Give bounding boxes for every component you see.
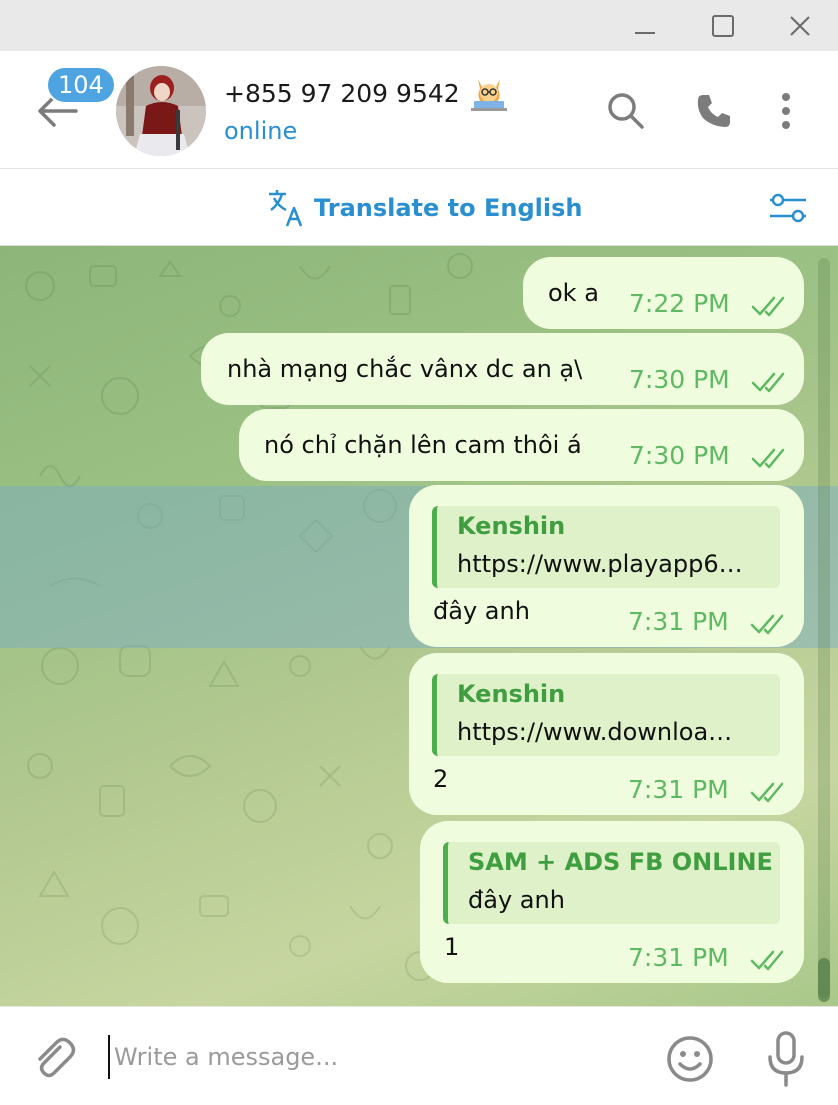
- minimize-icon: [635, 31, 655, 34]
- translate-settings-button[interactable]: [764, 186, 812, 230]
- microphone-icon: [768, 1031, 804, 1087]
- chat-area[interactable]: ok a 7:22 PM nhà mạng chắc vânx dc an ạ\…: [0, 246, 838, 1006]
- double-check-icon: [751, 448, 785, 469]
- window-titlebar: [0, 0, 838, 51]
- chat-header: 104 +855 97 209 9542 online: [0, 51, 838, 169]
- search-icon: [608, 93, 644, 129]
- sliders-icon: [770, 193, 806, 223]
- message-text: đây anh: [433, 597, 530, 625]
- smiley-icon: [667, 1036, 713, 1082]
- message-bubble[interactable]: ok a 7:22 PM: [523, 257, 804, 329]
- message-time: 7:31 PM: [628, 775, 729, 804]
- message-time: 7:31 PM: [628, 943, 729, 972]
- message-time: 7:22 PM: [629, 289, 730, 318]
- emoji-button[interactable]: [664, 1033, 716, 1085]
- paperclip-icon: [38, 1037, 76, 1078]
- reply-text: https://www.downloa…: [457, 718, 733, 746]
- contact-avatar[interactable]: [116, 66, 206, 156]
- message-text: ok a: [548, 279, 599, 307]
- cat-at-laptop-icon: [470, 79, 507, 111]
- more-vertical-icon: [782, 93, 790, 129]
- message-bubble[interactable]: nó chỉ chặn lên cam thôi á 7:30 PM: [239, 409, 804, 481]
- reply-message-bubble[interactable]: Kenshin https://www.playapp6… đây anh 7:…: [409, 485, 804, 647]
- double-check-icon: [751, 372, 785, 393]
- voice-record-button[interactable]: [762, 1029, 810, 1089]
- double-check-icon: [750, 950, 784, 971]
- reply-author: Kenshin: [457, 680, 566, 708]
- message-text: nhà mạng chắc vânx dc an ạ\: [227, 355, 583, 383]
- reply-author: Kenshin: [457, 512, 566, 540]
- reply-quote[interactable]: Kenshin https://www.playapp6…: [432, 506, 780, 588]
- maximize-icon: [712, 14, 734, 37]
- avatar-image: [116, 66, 206, 156]
- chat-scrollbar-thumb[interactable]: [818, 958, 830, 1002]
- message-composer: [0, 1006, 838, 1105]
- reply-text: đây anh: [468, 886, 565, 914]
- reply-quote[interactable]: Kenshin https://www.downloa…: [432, 674, 780, 756]
- double-check-icon: [750, 614, 784, 635]
- translate-label: Translate to English: [314, 194, 583, 222]
- attach-button[interactable]: [28, 1033, 78, 1083]
- message-text: 1: [444, 933, 460, 961]
- contact-status: online: [224, 117, 298, 145]
- phone-icon: [697, 95, 730, 127]
- chat-scrollbar-track[interactable]: [818, 258, 830, 998]
- maximize-button[interactable]: [688, 0, 758, 51]
- double-check-icon: [751, 296, 785, 317]
- reply-quote[interactable]: SAM + ADS FB ONLINE đây anh: [443, 842, 780, 924]
- message-time: 7:30 PM: [629, 365, 730, 394]
- reply-author: SAM + ADS FB ONLINE: [468, 848, 773, 876]
- search-button[interactable]: [604, 89, 648, 133]
- translate-icon: [269, 190, 303, 227]
- message-time: 7:31 PM: [628, 607, 729, 636]
- minimize-button[interactable]: [610, 0, 680, 51]
- message-time: 7:30 PM: [629, 441, 730, 470]
- message-text: 2: [433, 765, 449, 793]
- unread-count-badge: 104: [46, 66, 116, 104]
- call-button[interactable]: [692, 89, 736, 133]
- message-input[interactable]: [108, 1035, 628, 1079]
- reply-message-bubble[interactable]: SAM + ADS FB ONLINE đây anh 1 7:31 PM: [420, 821, 804, 983]
- message-text: nó chỉ chặn lên cam thôi á: [264, 431, 582, 459]
- contact-name[interactable]: +855 97 209 9542: [224, 73, 510, 113]
- message-bubble[interactable]: nhà mạng chắc vânx dc an ạ\ 7:30 PM: [201, 333, 804, 405]
- translate-bar: Translate to English: [0, 170, 838, 246]
- contact-name-text: +855 97 209 9542: [224, 78, 460, 108]
- close-icon: [790, 15, 810, 36]
- reply-text: https://www.playapp6…: [457, 550, 743, 578]
- reply-message-bubble[interactable]: Kenshin https://www.downloa… 2 7:31 PM: [409, 653, 804, 815]
- more-menu-button[interactable]: [764, 89, 808, 133]
- close-button[interactable]: [765, 0, 835, 51]
- translate-button[interactable]: Translate to English: [266, 186, 582, 230]
- double-check-icon: [750, 782, 784, 803]
